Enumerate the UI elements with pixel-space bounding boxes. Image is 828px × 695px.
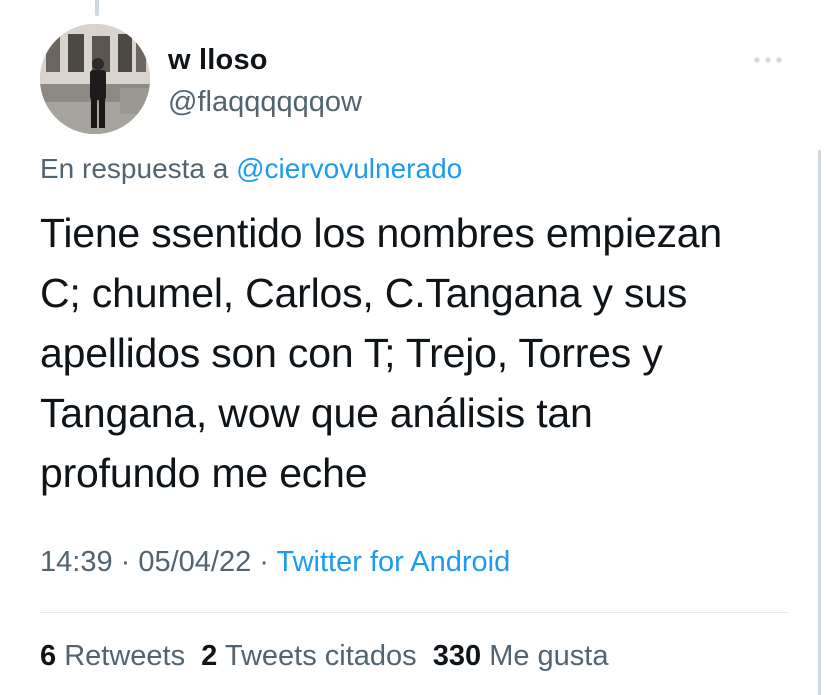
quotes-label: Tweets citados (224, 640, 417, 672)
tweet-line: Tiene ssentido los nombres empiezan (40, 210, 723, 256)
likes-label: Me gusta (489, 640, 609, 672)
tweet-stats: 6 Retweets 2 Tweets citados 330 Me gusta (40, 640, 616, 673)
more-options-icon[interactable] (750, 48, 786, 72)
tweet-date[interactable]: 05/04/22 (138, 546, 251, 578)
likes-stat[interactable]: 330 Me gusta (433, 640, 609, 672)
reply-prefix: En respuesta a (40, 153, 229, 184)
scrollbar[interactable] (818, 150, 821, 695)
divider (40, 612, 788, 613)
tweet-meta: 14:39 · 05/04/22 · Twitter for Android (40, 546, 510, 579)
reply-context: En respuesta a @ciervovulnerado (40, 153, 462, 185)
retweets-label: Retweets (64, 640, 186, 672)
tweet-source-link[interactable]: Twitter for Android (277, 546, 511, 578)
tweet-line: profundo me eche (40, 450, 368, 496)
quotes-stat[interactable]: 2 Tweets citados (201, 640, 417, 672)
meta-separator: · (251, 546, 277, 578)
avatar[interactable] (40, 24, 150, 134)
quotes-count: 2 (201, 640, 218, 672)
author-handle[interactable]: @flaqqqqqqow (168, 86, 362, 119)
tweet-text: Tiene ssentido los nombres empiezan C; c… (40, 203, 800, 503)
tweet-line: C; chumel, Carlos, C.Tangana y sus (40, 270, 688, 316)
reply-mention-link[interactable]: @ciervovulnerado (236, 153, 462, 184)
likes-count: 330 (432, 640, 482, 672)
tweet-time[interactable]: 14:39 (40, 546, 113, 578)
thread-connector-line (95, 0, 99, 16)
meta-separator: · (112, 546, 139, 578)
tweet-line: apellidos son con T; Trejo, Torres y (40, 330, 663, 376)
author-name[interactable]: w lloso (168, 44, 268, 77)
tweet-line: Tangana, wow que análisis tan (40, 390, 593, 436)
retweets-stat[interactable]: 6 Retweets (40, 640, 185, 672)
retweets-count: 6 (40, 640, 57, 672)
